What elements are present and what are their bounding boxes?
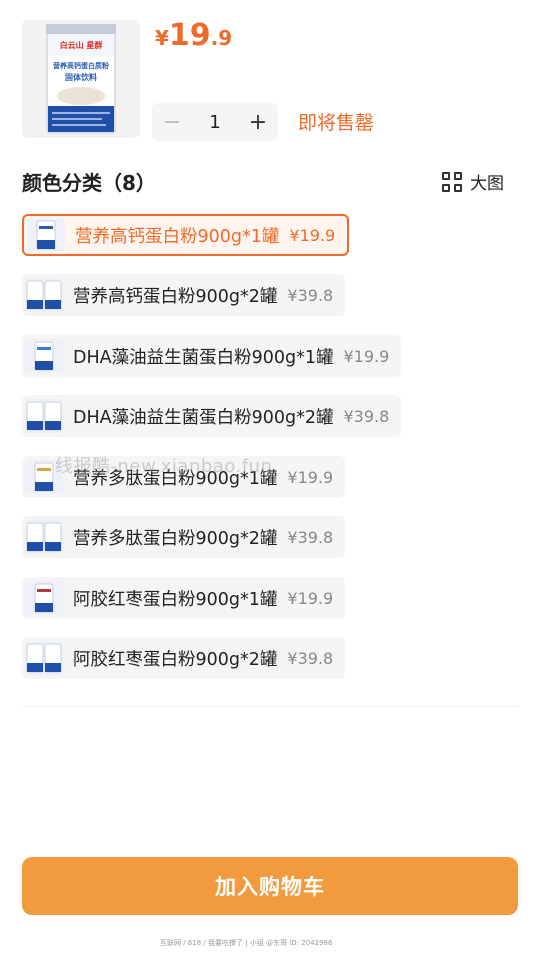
variant-option[interactable]: 阿胶红枣蛋白粉900g*2罐 ¥39.8 [22,637,346,679]
variant-name: 营养多肽蛋白粉900g*2罐 [73,528,278,549]
divider [22,706,518,707]
price-integer: 19 [168,18,211,53]
watermark-text: 线报酷-new.xianbao.fun [55,456,273,477]
variant-price: ¥19.9 [287,588,334,608]
price: ¥19.9 [155,18,232,53]
variant-thumbnail [25,278,63,312]
product-can-illustration: 白云山 星群 营养高钙蛋白质粉 固体饮料 [46,24,116,134]
variant-price: ¥39.8 [343,406,390,426]
quantity-value[interactable]: 1 [192,112,238,133]
variant-option[interactable]: 营养高钙蛋白粉900g*2罐 ¥39.8 [22,274,346,316]
variant-thumbnail [25,399,63,433]
variant-name: 营养高钙蛋白粉900g*1罐 [75,226,280,247]
variant-price: ¥39.8 [287,527,334,547]
variant-price: ¥39.8 [287,285,334,305]
product-image[interactable]: 白云山 星群 营养高钙蛋白质粉 固体饮料 [22,20,140,138]
variant-name: 阿胶红枣蛋白粉900g*1罐 [73,589,278,610]
thumb-brand: 白云山 星群 [60,40,103,50]
footer-note: 互联网 / 618 / 我要吃撑了 | 小组 @东哥 ID: 2042986 [160,939,333,947]
variant-name: 营养高钙蛋白粉900g*2罐 [73,286,278,307]
variant-price: ¥19.9 [287,467,334,487]
variant-option[interactable]: 阿胶红枣蛋白粉900g*1罐 ¥19.9 [22,577,346,619]
variant-price: ¥39.8 [287,648,334,668]
large-view-label: 大图 [470,174,504,194]
variant-name: DHA藻油益生菌蛋白粉900g*1罐 [73,347,334,368]
price-currency: ¥ [155,26,169,50]
quantity-stepper: − 1 + [152,103,278,141]
add-to-cart-button[interactable]: 加入购物车 [22,857,518,915]
variant-option[interactable]: DHA藻油益生菌蛋白粉900g*2罐 ¥39.8 [22,395,402,437]
thumb-subtitle: 固体饮料 [65,72,97,82]
variant-thumbnail [27,218,65,252]
increase-quantity-button[interactable]: + [238,103,278,141]
thumb-title: 营养高钙蛋白质粉 [53,61,109,70]
grid-icon [442,171,462,192]
variant-thumbnail [25,520,63,554]
variant-thumbnail [25,339,63,373]
variant-name: 阿胶红枣蛋白粉900g*2罐 [73,649,278,670]
variant-price: ¥19.9 [289,225,336,245]
variant-price: ¥19.9 [343,346,390,366]
decrease-quantity-button[interactable]: − [152,103,192,141]
variant-option[interactable]: 营养多肽蛋白粉900g*2罐 ¥39.8 [22,516,346,558]
variant-option[interactable]: DHA藻油益生菌蛋白粉900g*1罐 ¥19.9 [22,335,402,377]
variant-thumbnail [25,641,63,675]
price-decimal: .9 [210,26,233,50]
variant-option[interactable]: 营养高钙蛋白粉900g*1罐 ¥19.9 [22,214,350,256]
variant-section-title: 颜色分类（8） [22,171,156,195]
variant-thumbnail [25,581,63,615]
large-view-toggle[interactable]: 大图 [442,169,504,194]
variant-name: DHA藻油益生菌蛋白粉900g*2罐 [73,407,334,428]
stock-status: 即将售罄 [298,112,375,134]
